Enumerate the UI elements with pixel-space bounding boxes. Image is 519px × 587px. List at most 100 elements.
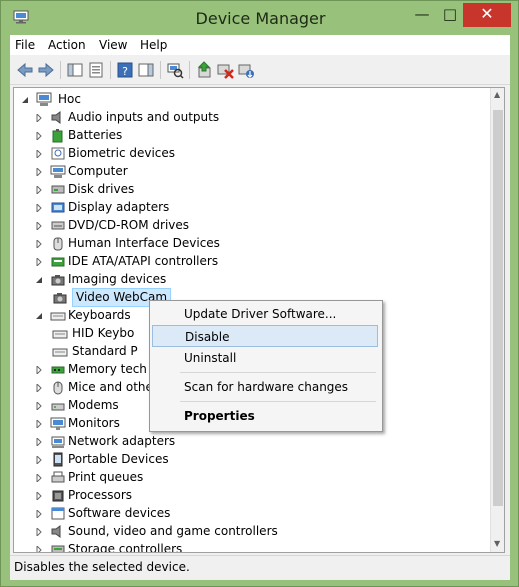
context-separator xyxy=(180,401,376,402)
toolbar: ? xyxy=(10,56,510,85)
modem-icon xyxy=(51,403,65,411)
tree-item-label: Human Interface Devices xyxy=(68,236,220,250)
minimize-button[interactable]: — xyxy=(408,3,436,27)
collapsed-arrow-icon[interactable] xyxy=(36,510,42,518)
memory-icon xyxy=(51,366,65,374)
tree-item-label: HID Keybo xyxy=(72,326,135,340)
toolbar-separator xyxy=(189,61,190,79)
collapsed-arrow-icon[interactable] xyxy=(36,132,42,140)
context-disable[interactable]: Disable xyxy=(152,325,378,347)
tree-item-label: Mice and othe xyxy=(68,380,153,394)
close-button[interactable]: ✕ xyxy=(463,3,511,27)
forward-icon[interactable] xyxy=(37,61,55,79)
tree-item-label: Storage controllers xyxy=(68,542,183,553)
tree-item-label: Standard P xyxy=(72,344,138,358)
menu-view[interactable]: View xyxy=(99,38,127,52)
menu-file[interactable]: File xyxy=(15,38,35,52)
show-hide-action-pane-icon[interactable] xyxy=(137,61,155,79)
maximize-button[interactable]: □ xyxy=(436,3,464,27)
battery-icon xyxy=(52,129,63,143)
tree-item-label: Audio inputs and outputs xyxy=(68,110,220,124)
expanded-arrow-icon[interactable] xyxy=(36,312,42,320)
svg-text:?: ? xyxy=(122,65,128,78)
uninstall-device-icon[interactable] xyxy=(237,61,255,79)
context-update-driver-label: Update Driver Software... xyxy=(184,307,337,321)
status-bar: Disables the selected device. xyxy=(10,555,510,580)
tree-item-label: Modems xyxy=(68,398,119,412)
collapsed-arrow-icon[interactable] xyxy=(36,546,42,553)
status-text: Disables the selected device. xyxy=(14,560,190,574)
collapsed-arrow-icon[interactable] xyxy=(36,150,42,158)
printer-icon xyxy=(51,471,65,483)
collapsed-arrow-icon[interactable] xyxy=(36,204,42,212)
collapsed-arrow-icon[interactable] xyxy=(36,186,42,194)
tree-item-label: Software devices xyxy=(68,506,171,520)
tree-item-label: Network adapters xyxy=(68,434,176,448)
collapsed-arrow-icon[interactable] xyxy=(36,456,42,464)
collapsed-arrow-icon[interactable] xyxy=(36,492,42,500)
collapsed-arrow-icon[interactable] xyxy=(36,384,42,392)
collapsed-arrow-icon[interactable] xyxy=(36,258,42,266)
keyboard-icon xyxy=(52,348,68,357)
context-uninstall[interactable]: Uninstall xyxy=(152,347,378,369)
back-icon[interactable] xyxy=(16,61,34,79)
tree-item-label: Sound, video and game controllers xyxy=(68,524,278,538)
mouse-icon xyxy=(53,381,63,395)
collapsed-arrow-icon[interactable] xyxy=(36,528,42,536)
tree-item-label: Monitors xyxy=(68,416,120,430)
menu-bar: File Action View Help xyxy=(10,35,510,55)
update-driver-icon[interactable] xyxy=(195,61,213,79)
disk-drive-icon xyxy=(51,185,65,194)
expanded-arrow-icon[interactable] xyxy=(36,276,42,284)
tree-item-label: Keyboards xyxy=(68,308,131,322)
computer-icon xyxy=(36,92,52,106)
collapsed-arrow-icon[interactable] xyxy=(36,402,42,410)
title-bar[interactable]: Device Manager — □ ✕ xyxy=(1,1,519,35)
tree-item-label: DVD/CD-ROM drives xyxy=(68,218,190,232)
help-icon[interactable]: ? xyxy=(116,61,134,79)
show-hide-console-tree-icon[interactable] xyxy=(66,61,84,79)
keyboard-icon xyxy=(52,330,68,339)
vertical-scrollbar[interactable]: ▲ ▼ xyxy=(490,88,504,552)
tree-item-label: Memory tech xyxy=(68,362,147,376)
menu-help[interactable]: Help xyxy=(140,38,167,52)
scroll-down-arrow-icon[interactable]: ▼ xyxy=(494,539,500,548)
disable-device-icon[interactable] xyxy=(216,61,234,79)
context-scan[interactable]: Scan for hardware changes xyxy=(152,376,378,398)
collapsed-arrow-icon[interactable] xyxy=(36,240,42,248)
properties-icon[interactable] xyxy=(87,61,105,79)
speaker-icon xyxy=(51,111,61,124)
hid-icon xyxy=(53,237,63,251)
tree-item-label: Print queues xyxy=(68,470,144,484)
keyboard-icon xyxy=(50,312,66,321)
collapsed-arrow-icon[interactable] xyxy=(36,474,42,482)
ide-controller-icon xyxy=(51,257,65,267)
context-update-driver[interactable]: Update Driver Software... xyxy=(152,303,378,325)
scan-hardware-icon[interactable] xyxy=(166,61,184,79)
toolbar-separator xyxy=(60,61,61,79)
toolbar-separator xyxy=(110,61,111,79)
dvd-drive-icon xyxy=(51,221,65,230)
collapsed-arrow-icon[interactable] xyxy=(36,438,42,446)
scroll-up-arrow-icon[interactable]: ▲ xyxy=(494,90,500,99)
collapsed-arrow-icon[interactable] xyxy=(36,420,42,428)
menu-action[interactable]: Action xyxy=(48,38,86,52)
software-device-icon xyxy=(51,507,65,520)
camera-icon xyxy=(51,275,65,286)
collapsed-arrow-icon[interactable] xyxy=(36,366,42,374)
expanded-arrow-icon[interactable] xyxy=(22,96,28,104)
collapsed-arrow-icon[interactable] xyxy=(36,222,42,230)
tree-item-label: Portable Devices xyxy=(68,452,169,466)
scrollbar-thumb[interactable] xyxy=(493,110,503,506)
context-menu: Update Driver Software... Disable Uninst… xyxy=(149,300,383,432)
tree-root-label: Hoc xyxy=(58,92,81,106)
tree-item-label: IDE ATA/ATAPI controllers xyxy=(68,254,219,268)
context-properties[interactable]: Properties xyxy=(152,405,378,427)
toolbar-separator xyxy=(160,61,161,79)
tree-item-label: Batteries xyxy=(68,128,123,142)
context-separator xyxy=(180,372,376,373)
collapsed-arrow-icon[interactable] xyxy=(36,168,42,176)
tree-item-label: Processors xyxy=(68,488,133,502)
collapsed-arrow-icon[interactable] xyxy=(36,114,42,122)
tree-item-label: Imaging devices xyxy=(68,272,167,286)
